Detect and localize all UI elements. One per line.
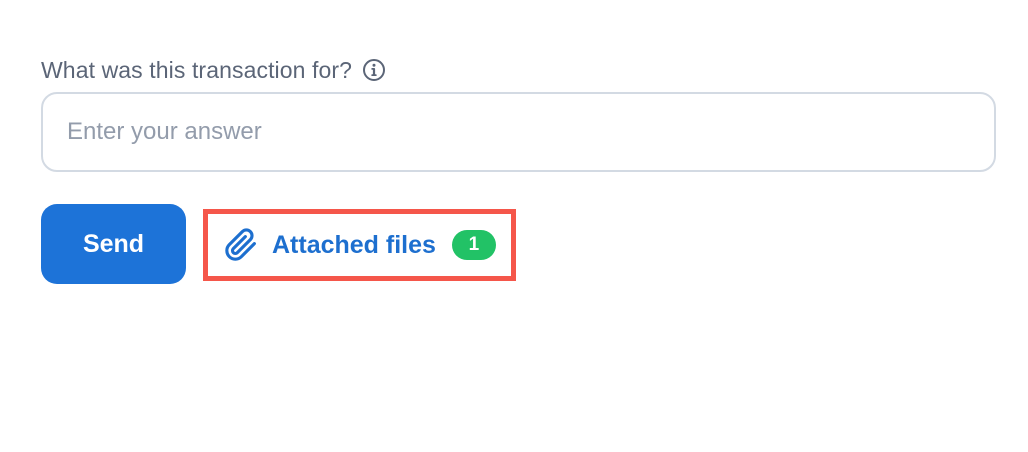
info-icon[interactable]	[362, 58, 386, 82]
attached-files-label: Attached files	[272, 230, 436, 259]
question-row: What was this transaction for?	[41, 55, 386, 85]
answer-input[interactable]	[41, 92, 996, 172]
send-button[interactable]: Send	[41, 204, 186, 284]
paperclip-icon	[224, 228, 258, 262]
attached-files-count-badge: 1	[451, 230, 496, 260]
attached-files-link[interactable]: Attached files 1	[224, 226, 496, 264]
transaction-question-form: What was this transaction for? Send Atta…	[0, 0, 1028, 452]
question-label: What was this transaction for?	[41, 56, 353, 83]
